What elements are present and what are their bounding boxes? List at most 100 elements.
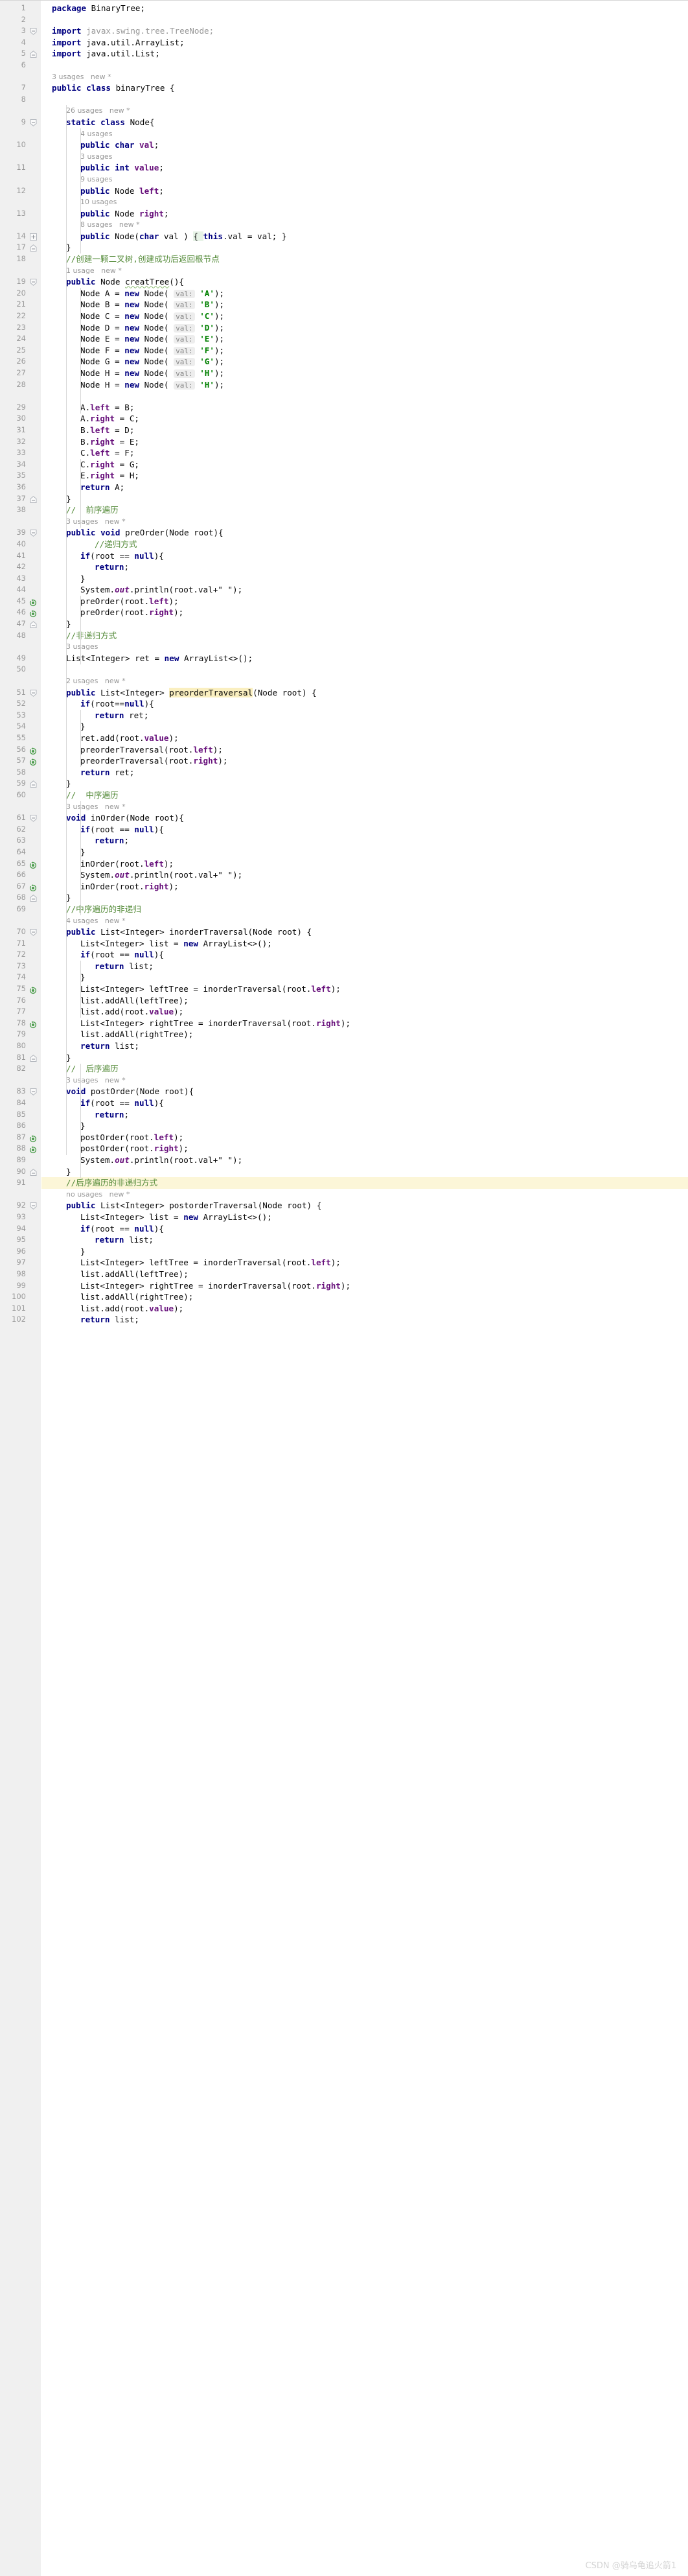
code-line-row[interactable]: 60 // 中序遍历 — [0, 790, 688, 801]
code-line-row[interactable]: 38 // 前序遍历 — [0, 504, 688, 516]
code-line-row[interactable]: 45 preOrder(root.left); — [0, 596, 688, 607]
code-line-row[interactable]: 98 list.addAll(leftTree); — [0, 1269, 688, 1280]
code-line-row[interactable]: 53 return ret; — [0, 710, 688, 721]
code-line-row[interactable]: 31 B.left = D; — [0, 425, 688, 436]
code-hint-row[interactable]: 1 usage new * — [0, 265, 688, 277]
code-line-row[interactable]: 71 List<Integer> list = new ArrayList<>()… — [0, 938, 688, 950]
code-line-row[interactable]: 25 Node F = new Node( val: 'F'); — [0, 345, 688, 357]
recursive-call-icon[interactable] — [29, 609, 37, 618]
code-line-row[interactable]: 49 List<Integer> ret = new ArrayList<>(); — [0, 653, 688, 664]
code-line-row[interactable]: 56 preorderTraversal(root.left); — [0, 744, 688, 756]
code-line-row[interactable]: 51 public List<Integer> preorderTraversal… — [0, 687, 688, 699]
code-hint-row[interactable]: 8 usages new * — [0, 219, 688, 231]
code-line-row[interactable]: 94 if(root == null){ — [0, 1223, 688, 1235]
code-line-row[interactable]: 83 void postOrder(Node root){ — [0, 1086, 688, 1097]
fold-open-icon[interactable] — [30, 1088, 37, 1096]
code-line-row[interactable]: 7 public class binaryTree { — [0, 82, 688, 94]
code-line-row[interactable]: 87 postOrder(root.left); — [0, 1132, 688, 1143]
code-line-row[interactable]: 29 A.left = B; — [0, 402, 688, 414]
code-line-row[interactable]: 85 return; — [0, 1109, 688, 1121]
recursive-call-icon[interactable] — [29, 757, 37, 766]
code-line-row[interactable]: 21 Node B = new Node( val: 'B'); — [0, 299, 688, 310]
fold-close-icon[interactable] — [30, 51, 37, 58]
code-line-row[interactable]: 65 inOrder(root.left); — [0, 858, 688, 870]
code-hint-row[interactable]: 3 usages new * — [0, 71, 688, 83]
code-line-row[interactable]: 20 Node A = new Node( val: 'A'); — [0, 288, 688, 299]
code-line-row[interactable]: 47} — [0, 618, 688, 630]
fold-close-icon[interactable] — [30, 621, 37, 629]
code-line-row[interactable]: 26 Node G = new Node( val: 'G'); — [0, 356, 688, 368]
code-line-row[interactable]: 48 //非递归方式 — [0, 630, 688, 642]
code-line-row[interactable]: 14 public Node(char val ) { this.val = va… — [0, 231, 688, 242]
code-line-row[interactable]: 84 if(root == null){ — [0, 1097, 688, 1109]
code-line-row[interactable]: 91 //后序遍历的非递归方式 — [0, 1177, 688, 1189]
code-line-row[interactable] — [0, 390, 688, 402]
code-line-row[interactable]: 18 //创建一颗二叉树,创建成功后返回根节点 — [0, 253, 688, 265]
code-hint-row[interactable]: 10 usages — [0, 196, 688, 208]
fold-open-icon[interactable] — [30, 279, 37, 287]
code-line-row[interactable]: 1 package BinaryTree; — [0, 3, 688, 14]
code-line-row[interactable]: 93 List<Integer> list = new ArrayList<>()… — [0, 1212, 688, 1223]
code-line-row[interactable]: 63 return; — [0, 835, 688, 847]
code-line-row[interactable]: 92 public List<Integer> postorderTraversa… — [0, 1200, 688, 1212]
code-line-row[interactable]: 22 Node C = new Node( val: 'C'); — [0, 310, 688, 322]
fold-open-icon[interactable] — [30, 28, 37, 36]
code-hint-row[interactable]: 26 usages new * — [0, 105, 688, 117]
code-line-row[interactable]: 9 static class Node{ — [0, 117, 688, 128]
code-line-row[interactable]: 36 return A; — [0, 482, 688, 493]
code-line-row[interactable]: 27 Node H = new Node( val: 'H'); — [0, 368, 688, 379]
code-line-row[interactable]: 59} — [0, 778, 688, 790]
code-line-row[interactable]: 37} — [0, 493, 688, 505]
code-hint-row[interactable]: no usages new * — [0, 1189, 688, 1200]
code-line-row[interactable]: 79 list.addAll(rightTree); — [0, 1029, 688, 1040]
code-line-row[interactable]: 99 List<Integer> rightTree = inorderTrave… — [0, 1280, 688, 1292]
fold-open-icon[interactable] — [30, 119, 37, 126]
code-line-row[interactable]: 42 return; — [0, 561, 688, 573]
code-line-row[interactable]: 4 import java.util.ArrayList; — [0, 37, 688, 49]
code-line-row[interactable]: 52 if(root==null){ — [0, 698, 688, 710]
code-line-row[interactable]: 90} — [0, 1166, 688, 1178]
recursive-call-icon[interactable] — [29, 1020, 37, 1028]
fold-open-icon[interactable] — [30, 815, 37, 823]
code-line-row[interactable]: 57 preorderTraversal(root.right); — [0, 755, 688, 767]
code-line-row[interactable]: 75 List<Integer> leftTree = inorderTraver… — [0, 983, 688, 995]
code-line-row[interactable]: 34 C.right = G; — [0, 459, 688, 471]
code-line-row[interactable]: 5 import java.util.List; — [0, 48, 688, 60]
code-line-row[interactable]: 96} — [0, 1246, 688, 1258]
code-line-row[interactable]: 72 if(root == null){ — [0, 949, 688, 961]
code-line-row[interactable]: 100 list.addAll(rightTree); — [0, 1291, 688, 1303]
code-line-row[interactable]: 68} — [0, 892, 688, 904]
recursive-call-icon[interactable] — [29, 883, 37, 891]
code-line-row[interactable]: 13 public Node right; — [0, 208, 688, 220]
fold-open-icon[interactable] — [30, 929, 37, 936]
code-editor[interactable]: 1 package BinaryTree; 2 3 import javax.swing… — [0, 0, 688, 2576]
code-line-row[interactable]: 23 Node D = new Node( val: 'D'); — [0, 322, 688, 334]
code-line-row[interactable]: 95 return list; — [0, 1234, 688, 1246]
code-hint-row[interactable]: 3 usages new * — [0, 1075, 688, 1086]
code-hint-row[interactable]: 3 usages — [0, 151, 688, 163]
recursive-call-icon[interactable] — [29, 985, 37, 994]
code-line-row[interactable]: 66 System.out.println(root.val+" "); — [0, 869, 688, 881]
code-line-row[interactable]: 77 list.add(root.value); — [0, 1006, 688, 1018]
code-hint-row[interactable]: 2 usages new * — [0, 675, 688, 687]
code-line-row[interactable]: 97 List<Integer> leftTree = inorderTraver… — [0, 1257, 688, 1269]
code-line-row[interactable]: 62 if(root == null){ — [0, 824, 688, 836]
code-line-row[interactable]: 81} — [0, 1052, 688, 1064]
code-line-row[interactable]: 33 C.left = F; — [0, 447, 688, 459]
code-hint-row[interactable]: 4 usages — [0, 128, 688, 140]
fold-close-icon[interactable] — [30, 895, 37, 902]
fold-open-icon[interactable] — [30, 689, 37, 697]
code-hint-row[interactable]: 3 usages — [0, 641, 688, 653]
fold-close-icon[interactable] — [30, 1168, 37, 1176]
code-line-row[interactable]: 61 void inOrder(Node root){ — [0, 812, 688, 824]
code-line-row[interactable]: 35 E.right = H; — [0, 470, 688, 482]
code-line-row[interactable]: 78 List<Integer> rightTree = inorderTrave… — [0, 1018, 688, 1029]
code-line-row[interactable]: 58 return ret; — [0, 767, 688, 779]
code-line-row[interactable]: 40 //递归方式 — [0, 539, 688, 550]
code-line-row[interactable]: 70 public List<Integer> inorderTraversal(… — [0, 926, 688, 938]
code-line-row[interactable]: 32 B.right = E; — [0, 436, 688, 448]
code-line-row[interactable]: 69 //中序遍历的非递归 — [0, 904, 688, 915]
recursive-call-icon[interactable] — [29, 1134, 37, 1142]
code-line-row[interactable]: 74} — [0, 972, 688, 983]
code-line-row[interactable]: 102 return list; — [0, 1314, 688, 1326]
